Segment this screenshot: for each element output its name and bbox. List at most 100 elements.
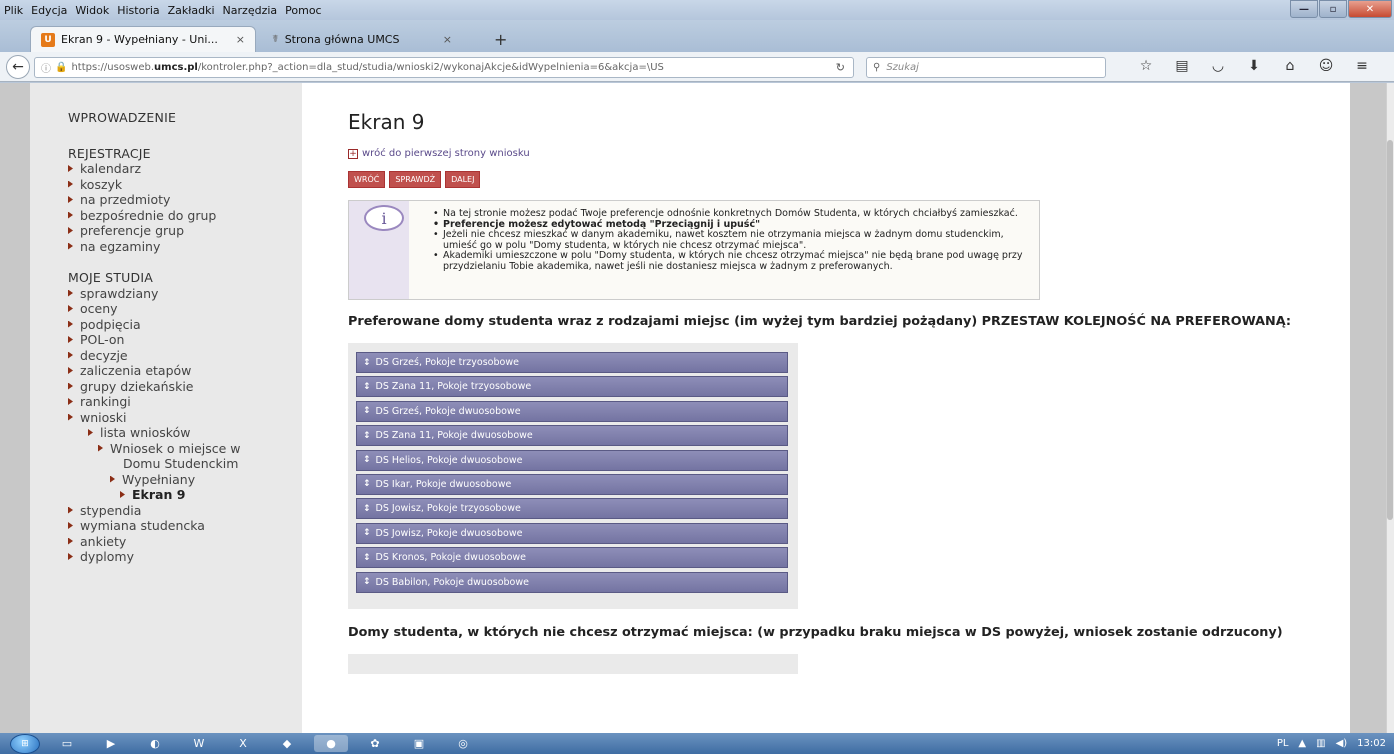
tab-close-icon[interactable]: × — [443, 33, 452, 46]
nav-intro[interactable]: WPROWADZENIE — [68, 110, 298, 126]
back-button[interactable]: WRÓĆ — [348, 171, 386, 188]
info-icon[interactable]: ⓘ — [41, 60, 51, 75]
drag-handle-icon[interactable]: ↕ — [363, 406, 371, 416]
nav-item-ankiety[interactable]: ankiety — [68, 534, 298, 550]
preference-item[interactable]: ↕ DS Grześ, Pokoje dwuosobowe — [356, 400, 788, 422]
preference-item[interactable]: ↕ DS Helios, Pokoje dwuosobowe — [356, 449, 788, 471]
nav-item-pol-on[interactable]: POL-on — [68, 332, 298, 348]
nav-item-wypelniany[interactable]: Wypełniany — [68, 472, 298, 488]
tab-ekran9[interactable]: U Ekran 9 - Wypełniany - Uni... × — [30, 26, 256, 52]
menu-icon[interactable]: ≡ — [1344, 58, 1380, 74]
menu-bookmarks[interactable]: Zakładki — [168, 4, 215, 17]
drag-handle-icon[interactable]: ↕ — [363, 577, 371, 587]
app-icon[interactable]: ◎ — [446, 735, 480, 752]
drag-handle-icon[interactable]: ↕ — [363, 358, 371, 368]
browser-icon[interactable]: ◐ — [138, 735, 172, 752]
nav-item-preferencje-grup[interactable]: preferencje grup — [68, 223, 298, 239]
back-to-first-page-link[interactable]: + wróć do pierwszej strony wniosku — [348, 148, 1358, 159]
nav-item-na-egzaminy[interactable]: na egzaminy — [68, 239, 298, 255]
chat-icon[interactable]: ☺ — [1308, 58, 1344, 74]
menu-file[interactable]: Plik — [4, 4, 23, 17]
menu-view[interactable]: Widok — [75, 4, 109, 17]
download-icon[interactable]: ⬇ — [1236, 58, 1272, 74]
home-icon[interactable]: ⌂ — [1272, 58, 1308, 74]
nav-item-rankingi[interactable]: rankingi — [68, 394, 298, 410]
preference-item[interactable]: ↕ DS Zana 11, Pokoje dwuosobowe — [356, 425, 788, 447]
tab-umcs-home[interactable]: ☤ Strona główna UMCS × — [262, 26, 462, 52]
menu-tools[interactable]: Narzędzia — [223, 4, 278, 17]
nav-item-sprawdziany[interactable]: sprawdziany — [68, 286, 298, 302]
nav-item-wniosek-ds[interactable]: Wniosek o miejsce w Domu Studenckim — [68, 441, 298, 472]
preferences-list[interactable]: ↕ DS Grześ, Pokoje trzyosobowe ↕ DS Zana 1… — [348, 343, 798, 609]
preference-item[interactable]: ↕ DS Kronos, Pokoje dwuosobowe — [356, 547, 788, 569]
nav-item-kalendarz[interactable]: kalendarz — [68, 161, 298, 177]
nav-item-podpiecia[interactable]: podpięcia — [68, 317, 298, 333]
next-button[interactable]: DALEJ — [445, 171, 481, 188]
nav-item-decyzje[interactable]: decyzje — [68, 348, 298, 364]
menu-history[interactable]: Historia — [117, 4, 159, 17]
nav-item-ekran9-current[interactable]: Ekran 9 — [68, 487, 298, 503]
scrollbar-thumb[interactable] — [1387, 140, 1393, 520]
menu-help[interactable]: Pomoc — [285, 4, 321, 17]
drag-handle-icon[interactable]: ↕ — [363, 431, 371, 441]
volume-icon[interactable]: ◀) — [1336, 738, 1348, 749]
explorer-icon[interactable]: ▭ — [50, 735, 84, 752]
nav-item-bezposrednie[interactable]: bezpośrednie do grup — [68, 208, 298, 224]
lock-icon: 🔒 — [55, 62, 68, 73]
word-icon[interactable]: W — [182, 735, 216, 752]
excel-icon[interactable]: X — [226, 735, 260, 752]
reload-icon[interactable]: ↻ — [836, 61, 845, 74]
check-button[interactable]: SPRAWDŹ — [389, 171, 442, 188]
address-bar[interactable]: ⓘ 🔒 https://usosweb. umcs.pl /kontroler.… — [34, 57, 854, 78]
nav-item-stypendia[interactable]: stypendia — [68, 503, 298, 519]
menu-edit[interactable]: Edycja — [31, 4, 67, 17]
drag-handle-icon[interactable]: ↕ — [363, 382, 371, 392]
close-window-button[interactable]: ✕ — [1348, 0, 1392, 18]
app-icon[interactable]: ▣ — [402, 735, 436, 752]
preference-item[interactable]: ↕ DS Ikar, Pokoje dwuosobowe — [356, 473, 788, 495]
tray-up-arrow-icon[interactable]: ▲ — [1298, 738, 1306, 749]
nav-item-lista-wnioskow[interactable]: lista wniosków — [68, 425, 298, 441]
navigation-bar: ← ⓘ 🔒 https://usosweb. umcs.pl /kontrole… — [0, 52, 1394, 82]
minimize-button[interactable]: — — [1290, 0, 1318, 18]
app-icon[interactable]: ◆ — [270, 735, 304, 752]
drag-handle-icon[interactable]: ↕ — [363, 528, 371, 538]
media-icon[interactable]: ▶ — [94, 735, 128, 752]
tab-close-icon[interactable]: × — [236, 33, 245, 46]
drag-handle-icon[interactable]: ↕ — [363, 504, 371, 514]
network-icon[interactable]: ▥ — [1316, 738, 1325, 749]
excluded-list[interactable] — [348, 654, 798, 674]
preference-item[interactable]: ↕ DS Jowisz, Pokoje trzyosobowe — [356, 498, 788, 520]
bookmark-star-icon[interactable]: ☆ — [1128, 58, 1164, 74]
pocket-icon[interactable]: ◡ — [1200, 58, 1236, 74]
preference-item[interactable]: ↕ DS Babilon, Pokoje dwuosobowe — [356, 571, 788, 593]
nav-item-na-przedmioty[interactable]: na przedmioty — [68, 192, 298, 208]
drag-handle-icon[interactable]: ↕ — [363, 455, 371, 465]
nav-item-zaliczenia[interactable]: zaliczenia etapów — [68, 363, 298, 379]
preference-item[interactable]: ↕ DS Zana 11, Pokoje trzyosobowe — [356, 376, 788, 398]
back-arrow-icon[interactable]: ← — [6, 55, 30, 79]
new-tab-button[interactable]: + — [494, 30, 507, 49]
nav-section-title[interactable]: REJESTRACJE — [68, 146, 298, 162]
bookmarks-library-icon[interactable]: ▤ — [1164, 58, 1200, 74]
nav-item-wnioski[interactable]: wnioski — [68, 410, 298, 426]
start-button-icon[interactable]: ⊞ — [10, 733, 40, 754]
preference-item[interactable]: ↕ DS Jowisz, Pokoje dwuosobowe — [356, 522, 788, 544]
nav-item-oceny[interactable]: oceny — [68, 301, 298, 317]
nav-item-koszyk[interactable]: koszyk — [68, 177, 298, 193]
preference-label: DS Zana 11, Pokoje dwuosobowe — [375, 430, 533, 442]
search-input[interactable]: ⚲ Szukaj — [866, 57, 1106, 78]
language-indicator[interactable]: PL — [1277, 738, 1289, 749]
firefox-icon[interactable]: ● — [314, 735, 348, 752]
app-icon[interactable]: ✿ — [358, 735, 392, 752]
drag-handle-icon[interactable]: ↕ — [363, 553, 371, 563]
preference-item[interactable]: ↕ DS Grześ, Pokoje trzyosobowe — [356, 352, 788, 373]
nav-item-wymiana[interactable]: wymiana studencka — [68, 518, 298, 534]
umcs-favicon-icon: ☤ — [272, 33, 279, 45]
clock[interactable]: 13:02 — [1357, 738, 1386, 749]
nav-section-title[interactable]: MOJE STUDIA — [68, 270, 298, 286]
nav-item-dyplomy[interactable]: dyplomy — [68, 549, 298, 565]
maximize-button[interactable]: ▫ — [1319, 0, 1347, 18]
drag-handle-icon[interactable]: ↕ — [363, 479, 371, 489]
nav-item-grupy[interactable]: grupy dziekańskie — [68, 379, 298, 395]
